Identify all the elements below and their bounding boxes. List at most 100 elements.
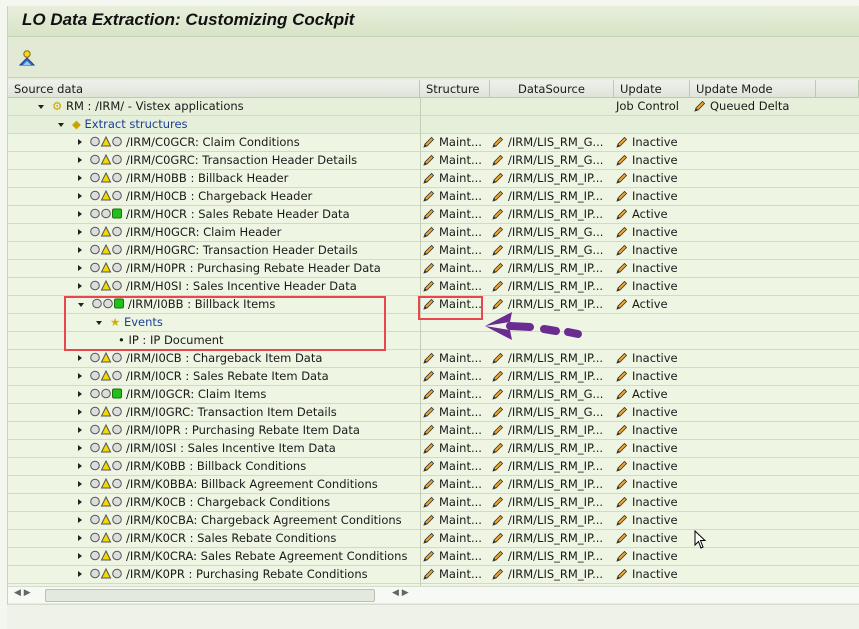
update-status-link[interactable]: Inactive bbox=[616, 422, 678, 439]
datasource-link[interactable]: /IRM/LIS_RM_G... bbox=[492, 404, 603, 421]
tree-node-rm[interactable]: ⚙ RM : /IRM/ - Vistex applications Job Co… bbox=[8, 98, 859, 116]
expand-icon[interactable] bbox=[78, 211, 82, 217]
structure-maintain-link[interactable]: Maint... bbox=[423, 206, 482, 223]
extract-structure-row[interactable]: /IRM/H0BB : Billback Header Maint... /IRM/… bbox=[8, 170, 859, 188]
update-status-link[interactable]: Inactive bbox=[616, 440, 678, 457]
extract-structure-row[interactable]: /IRM/I0CB : Chargeback Item Data Maint...… bbox=[8, 350, 859, 368]
update-status-link[interactable]: Inactive bbox=[616, 530, 678, 547]
expand-icon[interactable] bbox=[78, 265, 82, 271]
structure-maintain-link[interactable]: Maint... bbox=[423, 494, 482, 511]
structure-maintain-link[interactable]: Maint... bbox=[423, 404, 482, 421]
extract-structure-row[interactable]: /IRM/H0PR : Purchasing Rebate Header Dat… bbox=[8, 260, 859, 278]
datasource-link[interactable]: /IRM/LIS_RM_IP... bbox=[492, 476, 603, 493]
structure-maintain-link[interactable]: Maint... bbox=[423, 188, 482, 205]
structure-name[interactable]: /IRM/I0CR : Sales Rebate Item Data bbox=[78, 368, 329, 385]
datasource-link[interactable]: /IRM/LIS_RM_IP... bbox=[492, 440, 603, 457]
datasource-link[interactable]: /IRM/LIS_RM_IP... bbox=[492, 350, 603, 367]
expand-icon[interactable] bbox=[78, 157, 82, 163]
extract-structure-row[interactable]: /IRM/H0GCR: Claim Header Maint... /IRM/LIS… bbox=[8, 224, 859, 242]
update-status-link[interactable]: Inactive bbox=[616, 224, 678, 241]
structure-maintain-link[interactable]: Maint... bbox=[423, 242, 482, 259]
expand-icon[interactable] bbox=[78, 427, 82, 433]
update-status-link[interactable]: Inactive bbox=[616, 350, 678, 367]
maintain-icon[interactable] bbox=[18, 49, 36, 67]
extract-structure-row[interactable]: /IRM/K0CB : Chargeback Conditions Maint..… bbox=[8, 494, 859, 512]
structure-name[interactable]: /IRM/K0CRA: Sales Rebate Agreement Condi… bbox=[78, 548, 407, 565]
expand-icon[interactable] bbox=[78, 139, 82, 145]
structure-maintain-link[interactable]: Maint... bbox=[423, 134, 482, 151]
datasource-link[interactable]: /IRM/LIS_RM_IP... bbox=[492, 530, 603, 547]
update-status-link[interactable]: Inactive bbox=[616, 404, 678, 421]
structure-maintain-link[interactable]: Maint... bbox=[423, 512, 482, 529]
structure-name[interactable]: /IRM/K0CBA: Chargeback Agreement Conditi… bbox=[78, 512, 402, 529]
datasource-link[interactable]: /IRM/LIS_RM_IP... bbox=[492, 548, 603, 565]
structure-maintain-link[interactable]: Maint... bbox=[423, 278, 482, 295]
extract-structure-row[interactable]: /IRM/C0GRC: Transaction Header Details Ma… bbox=[8, 152, 859, 170]
update-status-link[interactable]: Inactive bbox=[616, 566, 678, 583]
structure-name[interactable]: /IRM/I0CB : Chargeback Item Data bbox=[78, 350, 322, 367]
structure-name[interactable]: /IRM/H0BB : Billback Header bbox=[78, 170, 288, 187]
datasource-link[interactable]: /IRM/LIS_RM_G... bbox=[492, 152, 603, 169]
expand-icon[interactable] bbox=[78, 409, 82, 415]
horizontal-scrollbar[interactable]: ◀ ▶ ◀ ▶ bbox=[8, 586, 859, 603]
node-label[interactable]: ⚙ RM : /IRM/ - Vistex applications bbox=[38, 98, 244, 115]
column-header-source-data[interactable]: Source data bbox=[8, 80, 420, 98]
expand-icon[interactable] bbox=[78, 175, 82, 181]
update-status-link[interactable]: Inactive bbox=[616, 242, 678, 259]
datasource-link[interactable]: /IRM/LIS_RM_IP... bbox=[492, 566, 603, 583]
datasource-link[interactable]: /IRM/LIS_RM_G... bbox=[492, 224, 603, 241]
update-status-link[interactable]: Inactive bbox=[616, 134, 678, 151]
datasource-link[interactable]: /IRM/LIS_RM_IP... bbox=[492, 494, 603, 511]
expand-icon[interactable] bbox=[78, 517, 82, 523]
update-status-link[interactable]: Inactive bbox=[616, 494, 678, 511]
datasource-link[interactable]: /IRM/LIS_RM_IP... bbox=[492, 188, 603, 205]
structure-maintain-link[interactable]: Maint... bbox=[423, 548, 482, 565]
column-header-update[interactable]: Update bbox=[614, 80, 690, 98]
update-status-link[interactable]: Inactive bbox=[616, 260, 678, 277]
update-status-link[interactable]: Inactive bbox=[616, 512, 678, 529]
structure-name[interactable]: /IRM/H0CR : Sales Rebate Header Data bbox=[78, 206, 350, 223]
expand-icon[interactable] bbox=[78, 481, 82, 487]
column-header-update-mode[interactable]: Update Mode bbox=[690, 80, 816, 98]
extract-structure-row[interactable]: /IRM/I0SI : Sales Incentive Item Data Mai… bbox=[8, 440, 859, 458]
update-status-link[interactable]: Inactive bbox=[616, 368, 678, 385]
extract-structure-row[interactable]: /IRM/K0CBA: Chargeback Agreement Conditi… bbox=[8, 512, 859, 530]
extract-structure-row[interactable]: /IRM/I0CR : Sales Rebate Item Data Maint.… bbox=[8, 368, 859, 386]
update-status-link[interactable]: Inactive bbox=[616, 458, 678, 475]
datasource-link[interactable]: /IRM/LIS_RM_IP... bbox=[492, 458, 603, 475]
expand-icon[interactable] bbox=[78, 499, 82, 505]
expand-icon[interactable] bbox=[78, 193, 82, 199]
datasource-link[interactable]: /IRM/LIS_RM_G... bbox=[492, 242, 603, 259]
update-status-link[interactable]: Active bbox=[616, 296, 668, 313]
structure-name[interactable]: /IRM/I0GRC: Transaction Item Details bbox=[78, 404, 337, 421]
node-label[interactable]: ◆ Extract structures bbox=[58, 116, 188, 133]
datasource-link[interactable]: /IRM/LIS_RM_IP... bbox=[492, 512, 603, 529]
update-status-link[interactable]: Active bbox=[616, 206, 668, 223]
structure-name[interactable]: /IRM/K0BB : Billback Conditions bbox=[78, 458, 306, 475]
extract-structure-row[interactable]: /IRM/H0GRC: Transaction Header Details Ma… bbox=[8, 242, 859, 260]
update-mode-cell[interactable]: Queued Delta bbox=[694, 98, 789, 115]
extract-structure-row[interactable]: /IRM/I0GCR: Claim Items Maint... /IRM/LIS_… bbox=[8, 386, 859, 404]
update-value[interactable]: Job Control bbox=[616, 98, 679, 115]
structure-name[interactable]: /IRM/C0GCR: Claim Conditions bbox=[78, 134, 300, 151]
datasource-link[interactable]: /IRM/LIS_RM_G... bbox=[492, 386, 603, 403]
update-status-link[interactable]: Inactive bbox=[616, 170, 678, 187]
structure-name[interactable]: /IRM/K0CR : Sales Rebate Conditions bbox=[78, 530, 336, 547]
extract-structure-row[interactable]: /IRM/I0PR : Purchasing Rebate Item Data M… bbox=[8, 422, 859, 440]
expand-icon[interactable] bbox=[78, 229, 82, 235]
expand-icon[interactable] bbox=[78, 553, 82, 559]
expand-icon[interactable] bbox=[78, 247, 82, 253]
structure-name[interactable]: /IRM/C0GRC: Transaction Header Details bbox=[78, 152, 357, 169]
collapse-icon[interactable] bbox=[58, 123, 64, 127]
extract-structure-row[interactable]: /IRM/H0CR : Sales Rebate Header Data Main… bbox=[8, 206, 859, 224]
column-header-structure[interactable]: Structure bbox=[420, 80, 490, 98]
datasource-link[interactable]: /IRM/LIS_RM_IP... bbox=[492, 206, 603, 223]
datasource-link[interactable]: /IRM/LIS_RM_G... bbox=[492, 134, 603, 151]
structure-maintain-link[interactable]: Maint... bbox=[423, 440, 482, 457]
column-header-datasource[interactable]: DataSource bbox=[490, 80, 614, 98]
expand-icon[interactable] bbox=[78, 283, 82, 289]
structure-maintain-link[interactable]: Maint... bbox=[423, 458, 482, 475]
update-status-link[interactable]: Inactive bbox=[616, 188, 678, 205]
structure-maintain-link[interactable]: Maint... bbox=[423, 530, 482, 547]
update-status-link[interactable]: Inactive bbox=[616, 476, 678, 493]
